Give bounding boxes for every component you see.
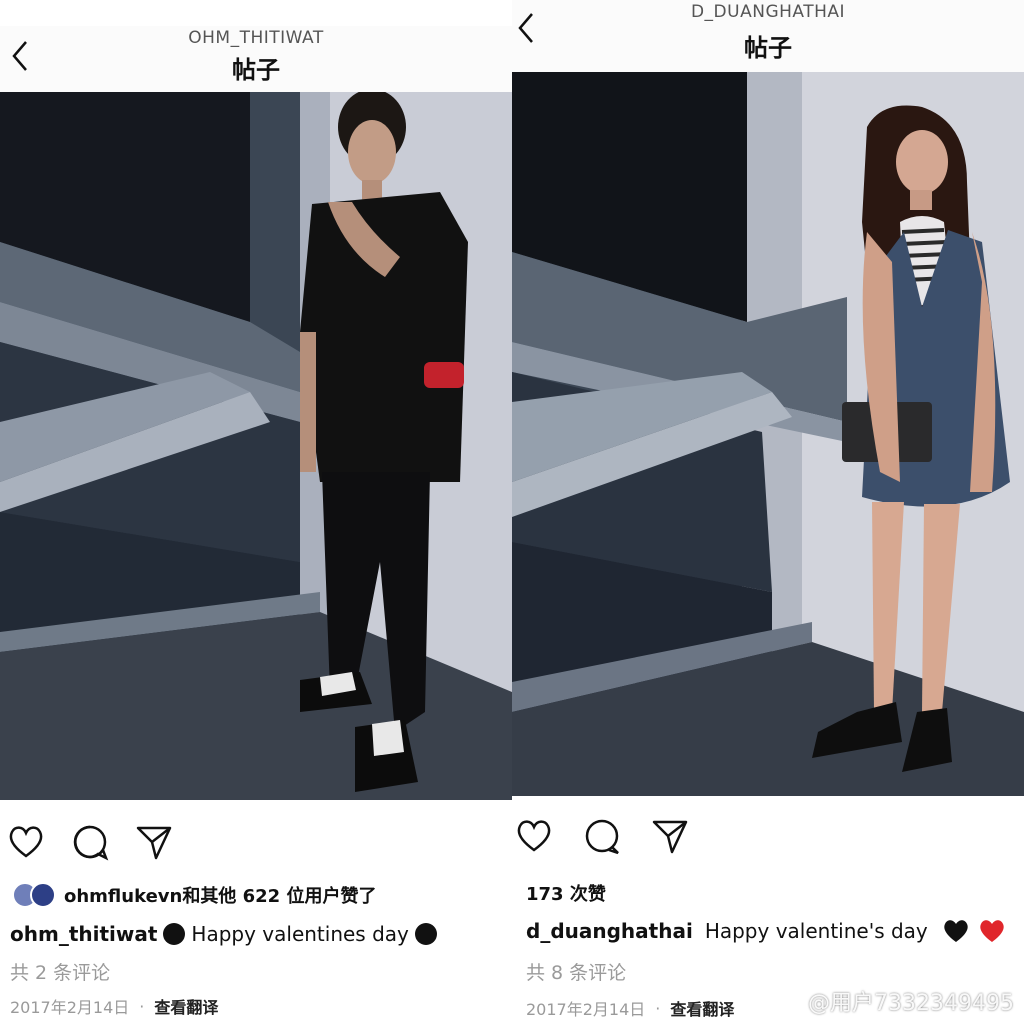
likes-count[interactable]: 173 次赞	[526, 880, 606, 906]
separator-dot: ·	[139, 996, 145, 1016]
post-meta: 2017年2月14日 · 查看翻译	[10, 994, 218, 1018]
watermark-text: @用户7332349495	[808, 991, 1014, 1016]
weibo-logo	[774, 989, 804, 1013]
header-username: D_DUANGHATHAI	[690, 2, 846, 22]
caption: ohm_thitiwat Happy valentines day	[10, 922, 437, 946]
separator-dot: ·	[655, 998, 661, 1018]
view-comments-link[interactable]: 共 2 条评论	[10, 958, 110, 985]
caption: d_duanghathai Happy valentine's day	[526, 918, 1006, 944]
avatar	[30, 882, 56, 908]
post-date: 2017年2月14日	[10, 998, 130, 1017]
post-photo[interactable]	[0, 92, 512, 800]
caption-text: Happy valentines day	[191, 922, 409, 946]
black-heart-emoji	[942, 918, 970, 944]
caption-username[interactable]: ohm_thitiwat	[10, 922, 157, 946]
share-icon[interactable]	[134, 822, 174, 862]
caption-text: Happy valentine's day	[704, 919, 928, 943]
action-bar	[512, 816, 1024, 860]
red-heart-emoji	[978, 918, 1006, 944]
caption-username[interactable]: d_duanghathai	[526, 919, 693, 943]
header-username: OHM_THITIWAT	[188, 28, 324, 48]
post-photo[interactable]	[512, 72, 1024, 796]
post-header: OHM_THITIWAT 帖子	[0, 26, 512, 92]
post-header: D_DUANGHATHAI 帖子	[512, 0, 1024, 72]
share-icon[interactable]	[650, 816, 690, 856]
left-post-panel: OHM_THITIWAT 帖子 ohmflukevn和其他 622 位用户赞了 …	[0, 0, 512, 1024]
post-meta: 2017年2月14日 · 查看翻译	[526, 996, 734, 1020]
black-circle-emoji	[414, 923, 437, 945]
translate-link[interactable]: 查看翻译	[670, 996, 734, 1020]
page-title: 帖子	[232, 56, 280, 84]
black-circle-emoji	[163, 923, 186, 945]
right-post-panel: D_DUANGHATHAI 帖子 173 次赞 d_duanghathai Ha…	[512, 0, 1024, 1024]
likes-summary[interactable]: ohmflukevn和其他 622 位用户赞了	[12, 882, 376, 908]
heart-icon[interactable]	[6, 822, 46, 862]
heart-icon[interactable]	[514, 816, 554, 856]
translate-link[interactable]: 查看翻译	[154, 994, 218, 1018]
likes-text: ohmflukevn和其他 622 位用户赞了	[64, 886, 377, 907]
post-date: 2017年2月14日	[526, 1000, 646, 1019]
comment-icon[interactable]	[582, 816, 622, 856]
liker-avatars[interactable]	[12, 882, 56, 908]
comment-icon[interactable]	[70, 822, 110, 862]
weibo-watermark: @用户7332349495	[774, 985, 1014, 1017]
page-title: 帖子	[744, 34, 792, 62]
action-bar	[0, 820, 512, 864]
view-comments-link[interactable]: 共 8 条评论	[526, 958, 626, 985]
